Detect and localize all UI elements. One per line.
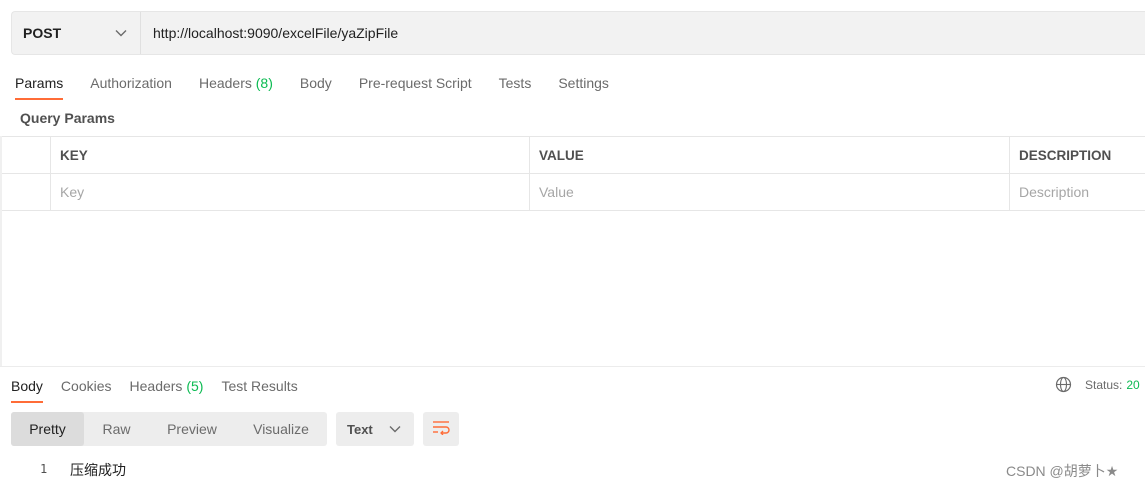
tab-label: Headers [129,378,183,394]
response-tab-test-results[interactable]: Test Results [221,375,297,403]
query-params-table: KEY VALUE DESCRIPTION Key Value Descript… [2,136,1145,211]
language-label: Text [347,421,373,437]
tab-label: Body [11,378,43,394]
chevron-down-icon [388,422,402,436]
tab-label: Cookies [60,378,112,394]
wrap-lines-icon [431,419,451,440]
value-input[interactable]: Value [530,174,1010,210]
response-body-line: 压缩成功 [70,462,126,478]
tab-label: Body [299,75,332,91]
tab-label: Test Results [221,378,298,394]
status-value: 20 [1126,377,1140,392]
description-column-header: DESCRIPTION [1019,147,1112,163]
query-params-title: Query Params [20,110,115,126]
response-headers-count: (5) [186,378,204,394]
tab-tests[interactable]: Tests [499,72,532,100]
value-column-header: VALUE [530,137,1010,173]
tab-pre-request-script[interactable]: Pre-request Script [359,72,472,100]
language-select[interactable]: Text [336,412,414,446]
line-number: 1 [40,462,48,476]
request-tabs: Params Authorization Headers (8) Body Pr… [15,72,636,100]
response-status: Status: 20 [1055,376,1140,393]
key-input[interactable]: Key [51,174,530,210]
tab-label: Tests [498,75,532,91]
description-input[interactable]: Description [1010,174,1145,210]
table-row: Key Value Description [2,174,1145,211]
response-tabs: Body Cookies Headers (5) Test Results [11,375,316,403]
tab-body[interactable]: Body [300,72,332,100]
url-input[interactable]: http://localhost:9090/excelFile/yaZipFil… [141,12,1145,54]
chevron-down-icon [114,26,128,40]
checkbox-column-header [2,137,51,173]
row-checkbox-cell [2,174,51,210]
watermark: CSDN @胡萝卜★ [1006,463,1119,479]
format-pretty-button[interactable]: Pretty [11,412,84,446]
headers-count: (8) [255,75,273,91]
tab-label: Settings [558,75,609,91]
tab-headers[interactable]: Headers (8) [199,72,273,100]
format-mode-group: Pretty Raw Preview Visualize [11,412,327,446]
tab-label: Pre-request Script [358,75,472,91]
tab-settings[interactable]: Settings [558,72,609,100]
format-visualize-button[interactable]: Visualize [235,412,327,446]
response-tab-body[interactable]: Body [11,375,43,403]
tab-authorization[interactable]: Authorization [90,72,172,100]
response-tab-headers[interactable]: Headers (5) [130,375,204,403]
tab-label: Params [15,75,64,91]
tab-label: Headers [198,75,252,91]
table-header-row: KEY VALUE DESCRIPTION [2,137,1145,174]
tab-label: Authorization [90,75,172,91]
key-column-header: KEY [51,137,530,173]
method-select[interactable]: POST [12,12,141,54]
status-label: Status: [1085,377,1123,392]
request-bar: POST http://localhost:9090/excelFile/yaZ… [11,11,1145,55]
format-preview-button[interactable]: Preview [149,412,235,446]
method-label: POST [23,25,62,41]
globe-icon[interactable] [1055,376,1072,393]
wrap-lines-button[interactable] [423,412,459,446]
response-tab-cookies[interactable]: Cookies [61,375,112,403]
format-raw-button[interactable]: Raw [84,412,149,446]
tab-params[interactable]: Params [15,72,64,100]
response-divider[interactable] [0,366,1145,367]
